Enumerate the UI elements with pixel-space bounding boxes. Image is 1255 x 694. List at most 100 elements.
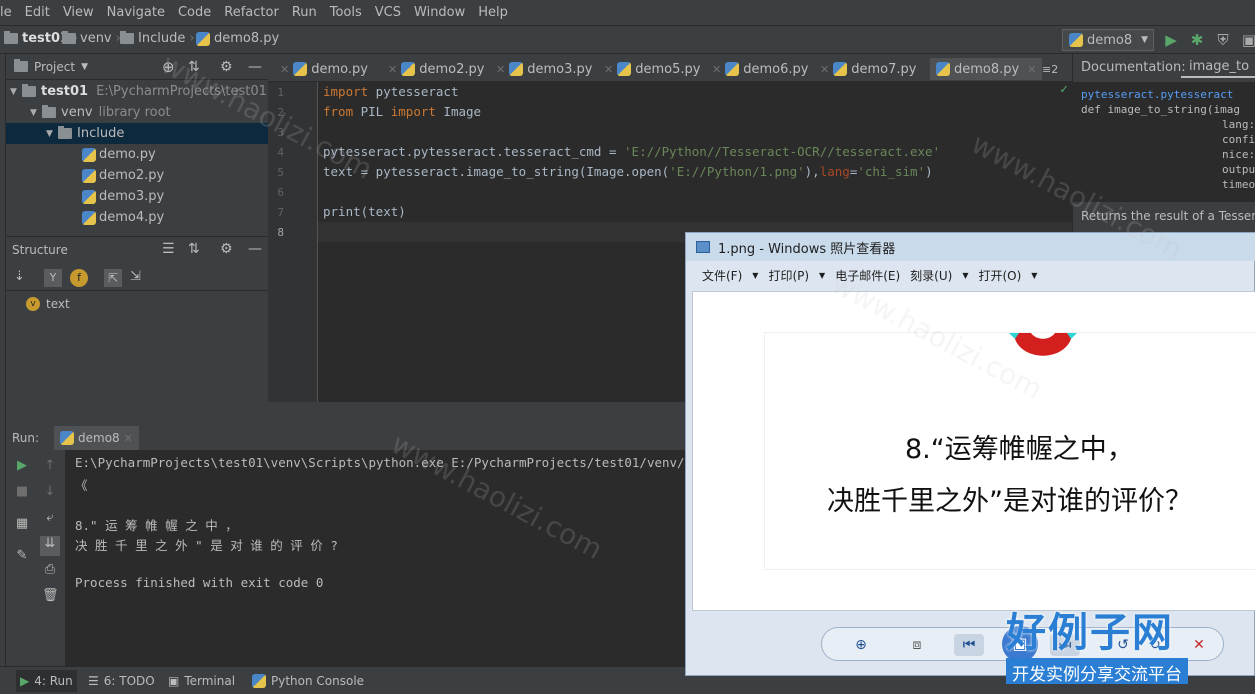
sort-icon[interactable]: ⇣	[14, 269, 25, 284]
print-icon[interactable]: ⎙	[42, 562, 58, 578]
tree-item-include[interactable]: ▼ Include	[6, 123, 268, 144]
tree-item-file[interactable]: demo.py	[6, 144, 268, 165]
close-icon[interactable]: ✕	[604, 63, 613, 76]
menu-tools[interactable]: Tools	[330, 5, 362, 20]
viewer-menu-file[interactable]: 文件(F)	[702, 267, 742, 284]
tabs-overflow[interactable]: ≡2	[1042, 58, 1058, 80]
debug-icon[interactable]: ✱	[1188, 31, 1206, 49]
tree-item-file[interactable]: demo2.py	[6, 165, 268, 186]
documentation-signature: pytesseract.pytesseract def image_to_str…	[1073, 82, 1255, 202]
line-number: 8	[277, 226, 284, 239]
autoscroll-to-source-icon[interactable]: ⇱	[104, 269, 122, 287]
close-icon[interactable]: ✕	[1027, 63, 1036, 76]
chevron-down-icon[interactable]: ▼	[962, 271, 968, 280]
target-icon[interactable]: ⊕	[162, 58, 175, 76]
autoscroll-from-source-icon[interactable]: ⇲	[130, 269, 141, 284]
trash-icon[interactable]: 🗑	[42, 588, 59, 604]
tree-item-venv[interactable]: ▼ venv library root	[6, 102, 268, 123]
viewer-menu-open[interactable]: 打开(O)	[978, 267, 1021, 284]
tab-demo6[interactable]: ✕ demo6.py	[708, 58, 808, 80]
chevron-down-icon[interactable]: ▼	[752, 271, 758, 280]
gear-icon[interactable]: ⚙	[220, 59, 233, 75]
run-tab[interactable]: demo8 ✕	[54, 426, 139, 450]
tree-item-test01[interactable]: ▼ test01 E:\PycharmProjects\test01	[6, 81, 268, 102]
run-configuration-select[interactable]: demo8 ▼	[1062, 29, 1154, 51]
expand-all-icon[interactable]: ☰	[162, 241, 175, 257]
coverage-icon[interactable]: ⛨	[1214, 31, 1232, 49]
layout-icon[interactable]: ▦	[14, 516, 30, 532]
project-title[interactable]: Project	[34, 60, 75, 74]
tree-item-file[interactable]: demo4.py	[6, 207, 268, 228]
chevron-down-icon[interactable]: ▼	[81, 62, 88, 72]
stop-icon[interactable]: ▣	[1240, 31, 1255, 49]
pin-icon[interactable]: ✎	[14, 548, 30, 564]
code-line: from PIL import Image	[323, 104, 482, 119]
documentation-tab[interactable]: image_to	[1181, 56, 1255, 78]
menu-view[interactable]: View	[63, 5, 94, 20]
brand-subtitle: 开发实例分享交流平台	[1006, 658, 1188, 685]
tab-demo[interactable]: ✕ demo.py	[276, 58, 368, 80]
menu-code[interactable]: Code	[178, 5, 211, 20]
editor-footer	[268, 402, 686, 426]
tree-item-file[interactable]: demo3.py	[6, 186, 268, 207]
tab-demo8[interactable]: demo8.py ✕	[930, 58, 1043, 80]
tab-demo7[interactable]: ✕ demo7.py	[816, 58, 916, 80]
tab-demo3[interactable]: ✕ demo3.py	[492, 58, 592, 80]
stop-icon[interactable]: ■	[14, 484, 30, 500]
close-icon[interactable]: ✕	[820, 63, 829, 76]
close-icon[interactable]: ✕	[280, 63, 289, 76]
chevron-down-icon[interactable]: ▼	[1031, 271, 1037, 280]
python-console-button[interactable]: Python Console	[252, 674, 364, 688]
structure-item-variable[interactable]: v text	[26, 297, 70, 311]
gear-icon[interactable]: ⚙	[220, 241, 233, 257]
zoom-icon[interactable]: ⊕	[850, 634, 872, 656]
viewer-menu-print[interactable]: 打印(P)	[768, 267, 809, 284]
hide-icon[interactable]: —	[248, 241, 262, 257]
soft-wrap-icon[interactable]: ⤶	[42, 510, 58, 526]
previous-icon[interactable]: ⏮	[954, 634, 984, 656]
chevron-down-icon: ▼	[1141, 35, 1148, 45]
viewer-menu-burn[interactable]: 刻录(U)	[910, 267, 952, 284]
tree-label: demo4.py	[99, 210, 165, 225]
chevron-down-icon[interactable]: ▼	[819, 271, 825, 280]
todo-tool-button[interactable]: ☰ 6: TODO	[88, 674, 155, 688]
viewer-menu-email[interactable]: 电子邮件(E)	[835, 267, 900, 284]
menu-window[interactable]: Window	[414, 5, 465, 20]
terminal-tool-button[interactable]: ▣ Terminal	[168, 674, 235, 688]
documentation-returns: Returns the result of a Tessera	[1081, 209, 1255, 223]
rerun-icon[interactable]: ▶	[14, 458, 30, 474]
fields-icon[interactable]: Y	[44, 269, 62, 287]
menu-run[interactable]: Run	[292, 5, 317, 20]
close-icon[interactable]: ✕	[496, 63, 505, 76]
breadcrumb-file[interactable]: demo8.py	[196, 31, 279, 46]
tab-demo5[interactable]: ✕ demo5.py	[600, 58, 700, 80]
up-arrow-icon[interactable]: ↑	[42, 458, 58, 474]
collapse-icon[interactable]: ⇅	[188, 59, 200, 75]
run-tool-button[interactable]: ▶ 4: Run	[16, 670, 77, 692]
breadcrumb-include[interactable]: Include ›	[120, 31, 195, 46]
tab-demo2[interactable]: ✕ demo2.py	[384, 58, 484, 80]
down-arrow-icon[interactable]: ↓	[42, 484, 58, 500]
close-icon[interactable]: ✕	[388, 63, 397, 76]
tool-label: Python Console	[271, 674, 365, 688]
close-icon[interactable]: ✕	[712, 63, 721, 76]
close-icon[interactable]: ✕	[124, 432, 133, 445]
fit-icon[interactable]: ⧈	[906, 634, 928, 656]
viewer-title-bar[interactable]: 1.png - Windows 照片查看器	[686, 233, 1255, 261]
scroll-to-end-icon[interactable]: ⇊	[40, 536, 60, 556]
hide-icon[interactable]: —	[248, 59, 262, 75]
python-file-icon	[725, 62, 740, 76]
menu-help[interactable]: Help	[478, 5, 508, 20]
menu-vcs[interactable]: VCS	[375, 5, 401, 20]
python-icon	[252, 674, 266, 688]
variable-badge-icon: v	[26, 297, 40, 311]
menu-file[interactable]: le	[0, 5, 12, 20]
breadcrumb-venv[interactable]: venv ›	[62, 31, 121, 46]
menu-refactor[interactable]: Refactor	[224, 5, 279, 20]
collapse-icon[interactable]: ⇅	[188, 241, 200, 257]
structure-title: Structure	[12, 243, 68, 257]
run-icon[interactable]: ▶	[1162, 31, 1180, 49]
function-filter-icon[interactable]: f	[70, 269, 88, 287]
menu-navigate[interactable]: Navigate	[107, 5, 165, 20]
menu-edit[interactable]: Edit	[25, 5, 50, 20]
